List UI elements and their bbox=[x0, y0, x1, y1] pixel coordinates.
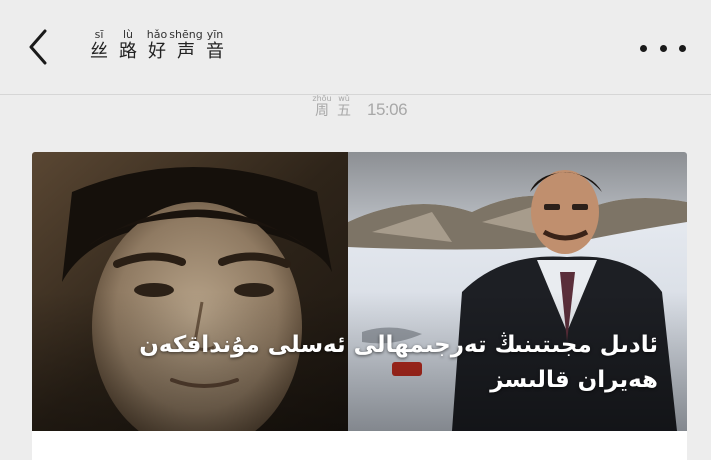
title-pinyin: sī bbox=[94, 28, 104, 41]
weekday-char: zhōu 周 bbox=[312, 94, 332, 120]
title-char: lù 路 bbox=[115, 29, 141, 63]
more-dots-icon bbox=[659, 44, 667, 52]
title-char: hǎo 好 bbox=[144, 29, 170, 63]
title-char: sī 丝 bbox=[86, 29, 112, 63]
title-hanzi: 好 bbox=[148, 41, 166, 62]
title-pinyin: lù bbox=[122, 28, 134, 41]
article-card[interactable]: ئادىل مجىتىنىڭ تەرجىمھالى ئەسلى مۇنداقكە… bbox=[32, 152, 687, 460]
chevron-left-icon bbox=[29, 29, 47, 65]
weekday-pinyin: wǔ bbox=[338, 94, 350, 103]
title-pinyin: hǎo bbox=[146, 28, 168, 41]
title-pinyin: shēng bbox=[169, 28, 203, 41]
article-title: ئادىل مجىتىنىڭ تەرجىمھالى ئەسلى مۇنداقكە… bbox=[139, 332, 658, 393]
title-char: yīn 音 bbox=[202, 29, 228, 63]
weekday-hanzi: 周 bbox=[315, 103, 329, 119]
title-hanzi: 声 bbox=[177, 41, 195, 62]
message-timestamp: zhōu 周 wǔ 五 15:06 bbox=[312, 94, 408, 120]
title-hanzi: 音 bbox=[206, 41, 224, 62]
weekday-char: wǔ 五 bbox=[335, 94, 353, 120]
weekday-hanzi: 五 bbox=[337, 103, 351, 119]
title-pinyin: yīn bbox=[206, 28, 224, 41]
more-dots-icon bbox=[679, 44, 686, 52]
title-hanzi: 丝 bbox=[90, 41, 108, 62]
message-time: 15:06 bbox=[367, 100, 408, 119]
title-char: shēng 声 bbox=[169, 29, 202, 63]
top-navigation-bar: sī 丝 lù 路 hǎo 好 shēng 声 yīn 音 bbox=[0, 0, 711, 95]
chat-title: sī 丝 lù 路 hǎo 好 shēng 声 yīn 音 bbox=[86, 29, 228, 63]
article-cover-image: ئادىل مجىتىنىڭ تەرجىمھالى ئەسلى مۇنداقكە… bbox=[32, 152, 687, 431]
more-dots-icon bbox=[640, 44, 647, 52]
title-hanzi: 路 bbox=[119, 41, 137, 62]
back-button[interactable] bbox=[22, 26, 54, 68]
more-options-button[interactable] bbox=[640, 36, 686, 60]
weekday-pinyin: zhōu bbox=[312, 94, 332, 103]
